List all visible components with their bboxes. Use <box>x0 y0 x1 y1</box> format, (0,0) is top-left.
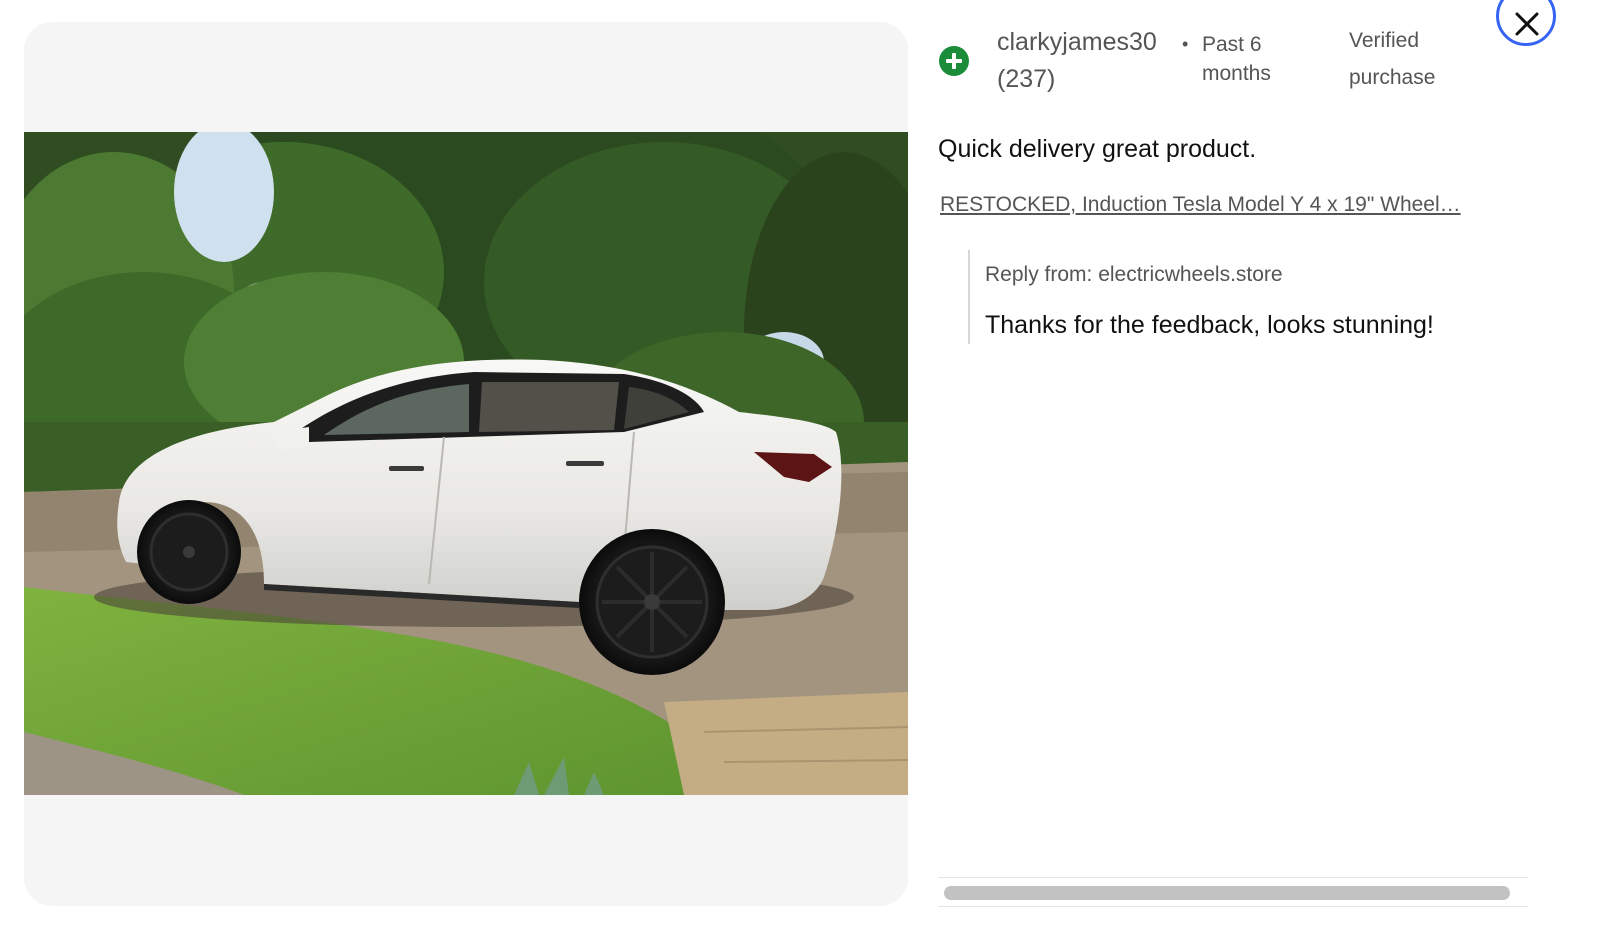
review-time: • Past 6 months <box>1182 30 1312 88</box>
scrollbar-thumb[interactable] <box>944 886 1510 900</box>
reply-from-label: Reply from: electricwheels.store <box>985 263 1283 286</box>
close-button[interactable] <box>1496 0 1556 46</box>
product-link[interactable]: RESTOCKED, Induction Tesla Model Y 4 x 1… <box>940 190 1500 220</box>
close-icon <box>1515 12 1539 36</box>
review-photo-panel <box>24 22 908 906</box>
reply-text: Thanks for the feedback, looks stunning! <box>985 311 1434 339</box>
reviewer-info: clarkyjames30 (237) <box>997 24 1177 98</box>
reviewer-feedback-count: (237) <box>997 65 1056 93</box>
plus-circle-icon <box>939 46 969 76</box>
time-bullet: • <box>1182 34 1189 54</box>
horizontal-scrollbar[interactable] <box>938 877 1528 907</box>
verified-purchase-label: Verified purchase <box>1349 29 1436 89</box>
review-detail-panel: clarkyjames30 (237) • Past 6 months Veri… <box>938 0 1600 937</box>
reviewer-username: clarkyjames30 <box>997 28 1157 56</box>
review-text: Quick delivery great product. <box>938 135 1257 163</box>
seller-reply: Reply from: electricwheels.store Thanks … <box>968 250 1510 344</box>
review-photo <box>24 132 908 795</box>
review-time-period: Past 6 months <box>1202 33 1271 85</box>
